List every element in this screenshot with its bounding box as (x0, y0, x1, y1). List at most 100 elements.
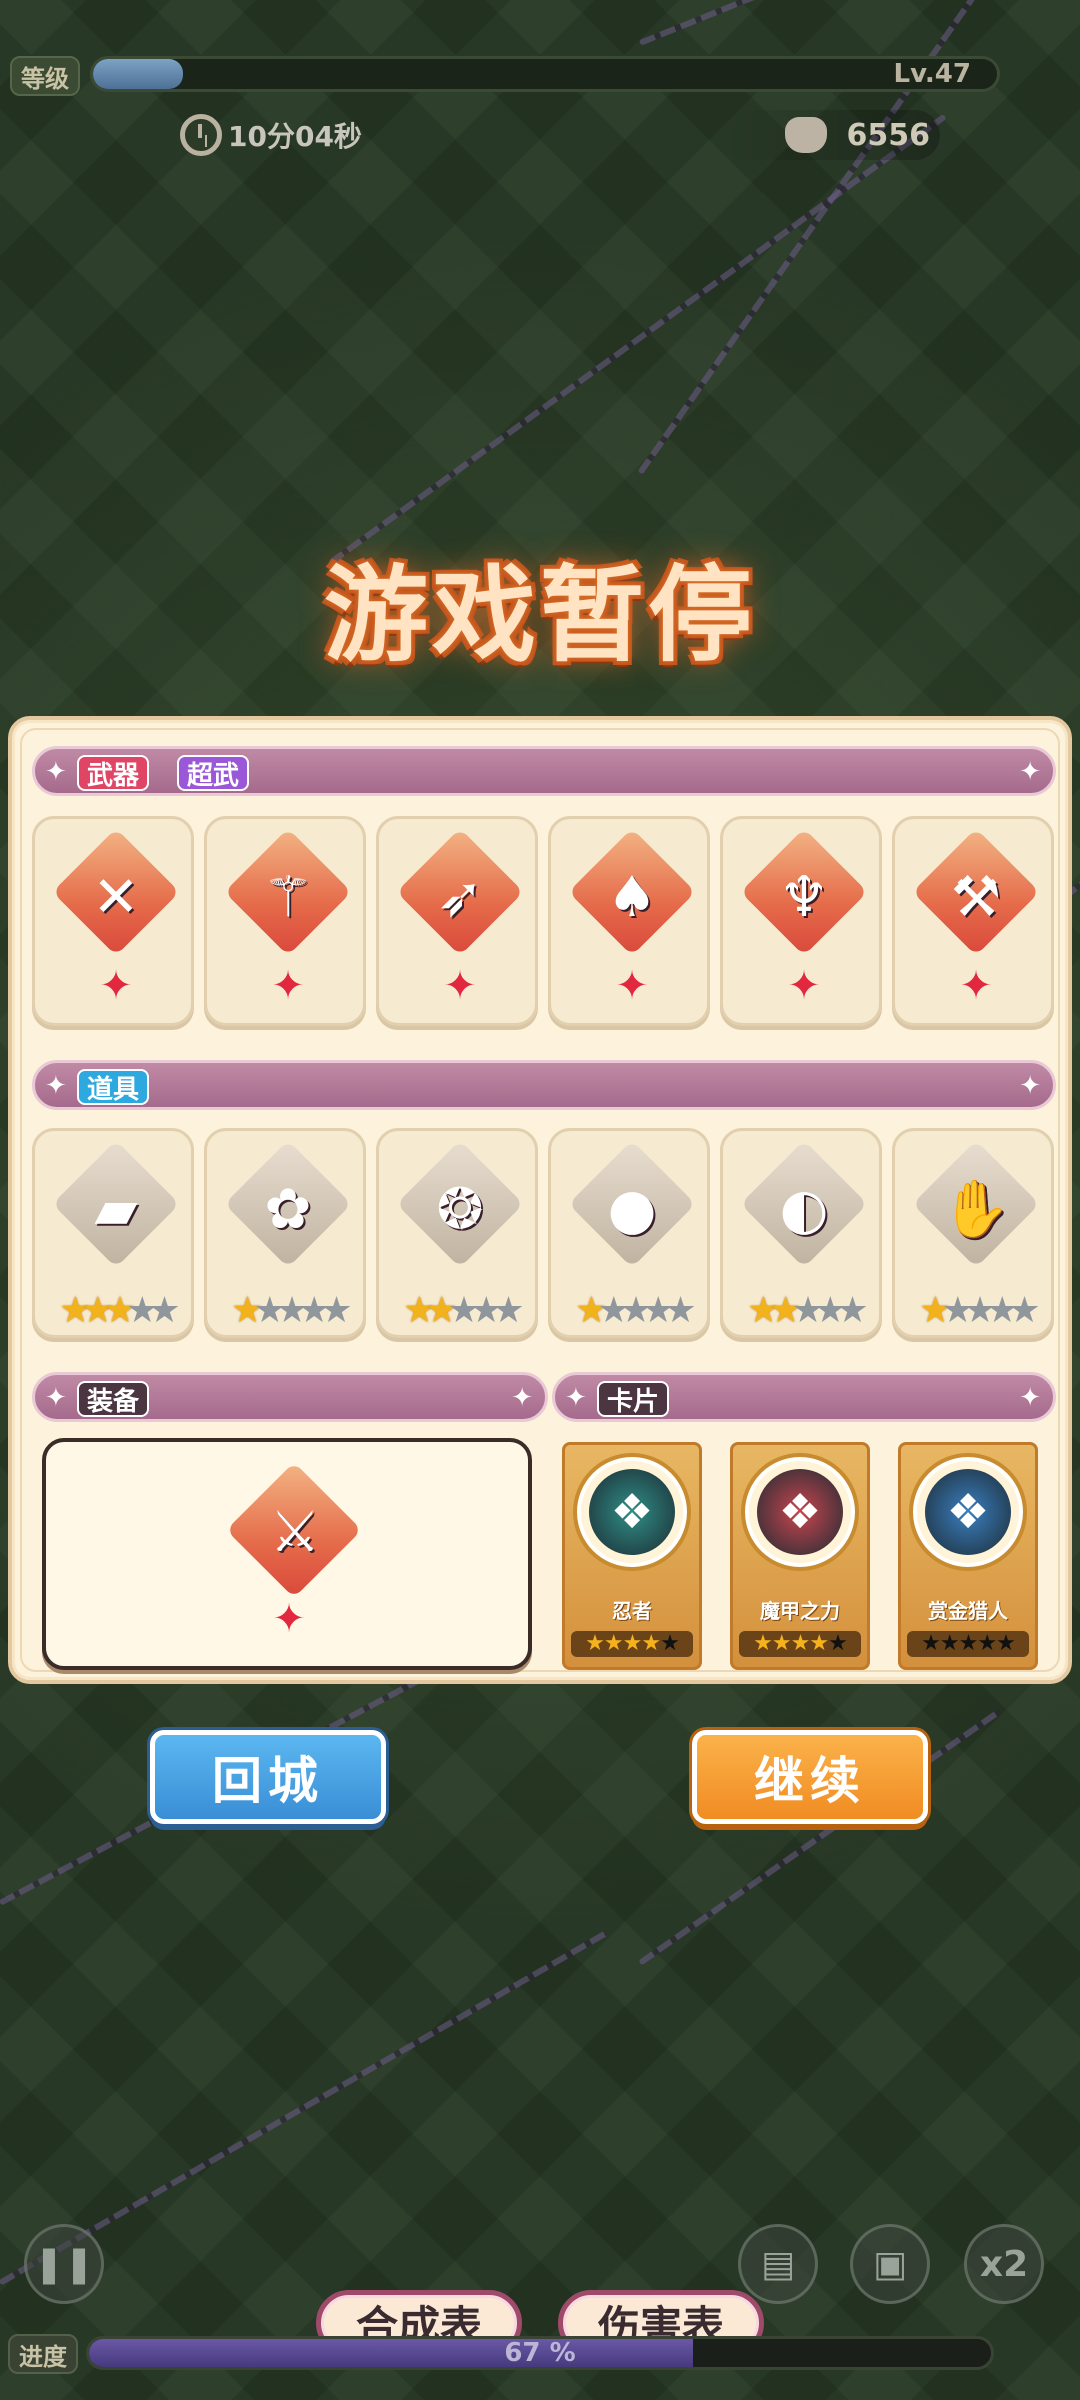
rank-star-icon: ✦ (443, 963, 477, 1009)
timer-text: 10分04秒 (228, 120, 362, 153)
level-progress-fill (93, 59, 184, 89)
clock-icon (180, 114, 222, 156)
quest-button[interactable]: ▤ (738, 2224, 818, 2304)
weapon-tag: 武器 (77, 755, 150, 791)
star-filled-icon: ★ (81, 1290, 114, 1331)
star-empty-icon: ★ (660, 1631, 680, 1656)
star-empty-icon: ★ (921, 1631, 941, 1656)
star-filled-icon: ★ (641, 1631, 661, 1656)
chain-decoration (0, 1930, 608, 2286)
star-empty-icon: ★ (470, 1290, 502, 1331)
progress-label: 进度 (8, 2334, 78, 2374)
chest-button[interactable]: ▣ (850, 2224, 930, 2304)
star-empty-icon: ★ (958, 1631, 979, 1656)
weapon-slot[interactable]: ⚚ ✦ (204, 816, 366, 1026)
speed-label: x2 (979, 2243, 1029, 2285)
super-weapon-tag: 超武 (177, 755, 250, 791)
star-empty-icon: ★ (148, 1290, 180, 1331)
equipment-slot[interactable]: ⚔ ✦ (42, 1438, 532, 1670)
star-filled-icon: ★ (771, 1631, 792, 1656)
stage-progress-track: 67 % (86, 2336, 994, 2370)
star-empty-icon: ★ (977, 1631, 997, 1656)
item-slot[interactable]: ✋ ★ ★ ★ ★ ★ (892, 1128, 1054, 1338)
sparkle-icon: ✦ (1019, 757, 1041, 787)
equipment-tag: 装备 (77, 1381, 150, 1417)
sparkle-icon: ✦ (511, 1383, 533, 1413)
cards-section-header: ✦ 卡片 ✦ (552, 1372, 1056, 1422)
star-empty-icon: ★ (814, 1290, 846, 1331)
purple-crossbow-icon: ➶ (436, 864, 484, 930)
rank-star-icon: ✦ (959, 963, 993, 1009)
skill-card[interactable]: ❖ 赏金猎人 ★ ★ ★ ★ ★ (898, 1442, 1038, 1670)
item-slot[interactable]: ● ★ ★ ★ ★ ★ (548, 1128, 710, 1338)
item-slot[interactable]: ◐ ★ ★ ★ ★ ★ (720, 1128, 882, 1338)
kill-counter: 6556 (720, 110, 940, 160)
sparkle-icon: ✦ (565, 1383, 587, 1413)
item-star-rating: ★ ★ ★ ★ ★ (733, 1291, 873, 1331)
skill-card[interactable]: ❖ 魔甲之力 ★ ★ ★ ★ ★ (730, 1442, 870, 1670)
skill-card[interactable]: ❖ 忍者 ★ ★ ★ ★ ★ (562, 1442, 702, 1670)
trident-icon: ♆ (778, 864, 830, 930)
rank-star-icon: ✦ (271, 963, 305, 1009)
items-section-header: ✦ 道具 ✦ (32, 1060, 1056, 1110)
sparkle-icon: ✦ (45, 757, 67, 787)
star-filled-icon: ★ (403, 1290, 435, 1331)
weapon-slot[interactable]: ➶ ✦ (376, 816, 538, 1026)
rank-star-icon: ✦ (272, 1596, 306, 1642)
chain-decoration (638, 0, 1080, 46)
pause-icon: ❚❚ (33, 2243, 95, 2285)
weapons-section-header: ✦ 武器 超武 ✦ (32, 746, 1056, 796)
star-empty-icon: ★ (298, 1290, 330, 1331)
star-filled-icon: ★ (769, 1290, 802, 1331)
axe-icon: ⚒ (950, 864, 1002, 930)
card-emblem: ❖ (741, 1453, 859, 1571)
return-to-town-button[interactable]: 回城 (150, 1730, 386, 1824)
star-empty-icon: ★ (597, 1290, 630, 1331)
item-slot[interactable]: ▰ ★ ★ ★ ★ ★ (32, 1128, 194, 1338)
chest-icon: ▣ (872, 2243, 907, 2285)
crossed-swords-icon: ✕ (92, 864, 140, 930)
sword-scabbard-icon: ⚔ (269, 1499, 321, 1565)
pause-title: 游戏暂停 (323, 554, 756, 676)
card-emblem: ❖ (909, 1453, 1027, 1571)
item-slot[interactable]: ❂ ★ ★ ★ ★ ★ (376, 1128, 538, 1338)
weapon-slot[interactable]: ⚒ ✦ (892, 816, 1054, 1026)
star-empty-icon: ★ (836, 1290, 868, 1331)
item-star-rating: ★ ★ ★ ★ ★ (561, 1291, 701, 1331)
speed-button[interactable]: x2 (964, 2224, 1044, 2304)
rank-star-icon: ✦ (99, 963, 133, 1009)
weapon-slot[interactable]: ♆ ✦ (720, 816, 882, 1026)
item-star-rating: ★ ★ ★ ★ ★ (905, 1291, 1045, 1331)
star-empty-icon: ★ (253, 1290, 286, 1331)
star-empty-icon: ★ (275, 1290, 308, 1331)
equipment-section-header: ✦ 装备 ✦ (32, 1372, 548, 1422)
star-filled-icon: ★ (809, 1631, 829, 1656)
weapon-slot[interactable]: ♠ ✦ (548, 816, 710, 1026)
red-demon-icon: ♠ (606, 864, 658, 930)
card-star-rating: ★ ★ ★ ★ ★ (739, 1631, 861, 1657)
item-slot[interactable]: ✿ ★ ★ ★ ★ ★ (204, 1128, 366, 1338)
kill-count: 6556 (846, 117, 931, 153)
star-empty-icon: ★ (828, 1631, 848, 1656)
weapon-slot[interactable]: ✕ ✦ (32, 816, 194, 1026)
continue-button[interactable]: 继续 (692, 1730, 928, 1824)
black-pot-icon: ◐ (779, 1176, 829, 1242)
star-empty-icon: ★ (791, 1290, 824, 1331)
chain-decoration (328, 113, 947, 566)
sparkle-icon: ✦ (1019, 1383, 1041, 1413)
card-name: 赏金猎人 (928, 1599, 1008, 1623)
star-empty-icon: ★ (126, 1290, 158, 1331)
star-empty-icon: ★ (1008, 1290, 1040, 1331)
star-empty-icon: ★ (447, 1290, 480, 1331)
item-star-rating: ★ ★ ★ ★ ★ (217, 1291, 357, 1331)
card-emblem: ❖ (573, 1453, 691, 1571)
item-star-rating: ★ ★ ★ ★ ★ (45, 1291, 185, 1331)
hunter-card-icon: ❖ (925, 1469, 1011, 1555)
fire-book-icon: ▰ (94, 1176, 138, 1242)
fire-glove-icon: ✋ (941, 1177, 1011, 1242)
star-filled-icon: ★ (790, 1631, 811, 1656)
pause-button[interactable]: ❚❚ (24, 2224, 104, 2304)
level-progress-track: Lv.47 (90, 56, 1000, 92)
star-empty-icon: ★ (963, 1290, 996, 1331)
star-empty-icon: ★ (642, 1290, 674, 1331)
